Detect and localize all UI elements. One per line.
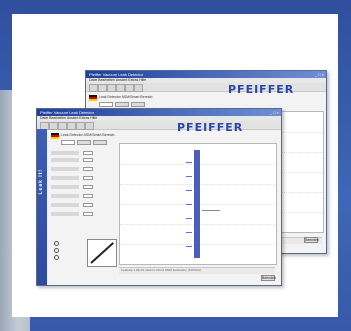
cursor-marker [202,210,220,211]
toolbar-help-icon[interactable] [134,84,143,92]
front-sidebar: Leak It! [37,129,47,285]
front-status-text: Leak Detector ASM/Smart Bereich: [61,133,116,137]
german-flag-icon[interactable] [89,95,97,101]
option-radio[interactable] [54,248,59,253]
tab-1[interactable] [99,102,113,107]
front-plot-area [119,143,277,265]
toolbar-print-icon[interactable] [116,84,125,92]
trend-preview [87,239,117,267]
option-radio[interactable] [54,241,59,246]
pfeiffer-logo: PFEIFFER [177,121,244,134]
settings-field[interactable] [51,212,97,217]
back-tabs [99,102,145,107]
settings-field[interactable] [51,176,97,181]
toolbar-chart-icon[interactable] [76,122,85,130]
tab-3[interactable] [93,140,107,145]
front-window: Pfeiffer Vacuum Leak Detector _ □ × Date… [36,108,282,286]
settings-field[interactable] [51,185,97,190]
toolbar-open-icon[interactable] [49,122,58,130]
toolbar-save-icon[interactable] [107,84,116,92]
tab-3[interactable] [131,102,145,107]
trend-line [90,242,114,264]
toolbar-print-icon[interactable] [67,122,76,130]
toolbar-help-icon[interactable] [85,122,94,130]
front-toolbar [37,121,281,130]
sidebar-label: Leak It! [38,169,44,195]
back-close-button[interactable]: Beenden [304,237,319,243]
window-controls-icon[interactable]: _ □ × [270,110,279,115]
toolbar-open-icon[interactable] [98,84,107,92]
front-titlebar: Pfeiffer Vacuum Leak Detector _ □ × [37,109,281,116]
back-window-title: Pfeiffer Vacuum Leak Detector [89,72,144,77]
option-radio[interactable] [54,255,59,260]
settings-field[interactable] [51,151,97,156]
settings-field[interactable] [51,194,97,199]
back-titlebar: Pfeiffer Vacuum Leak Detector _ □ × [86,71,326,78]
front-close-button[interactable]: Beenden [261,275,276,281]
german-flag-icon[interactable] [51,133,59,139]
front-tabs [61,140,107,145]
tab-2[interactable] [115,102,129,107]
tab-2[interactable] [77,140,91,145]
window-controls-icon[interactable]: _ □ × [315,72,324,77]
settings-field[interactable] [51,203,97,208]
toolbar-chart-icon[interactable] [125,84,134,92]
settings-field[interactable] [51,158,97,163]
settings-field[interactable] [51,167,97,172]
back-status-text: Leak Detector ASM/Smart Bereich: [99,95,154,99]
leak-signal-bar [194,150,200,258]
front-footer-text: Leakrate 1.0E-09 mbar l/s Druck MSM Eval… [121,268,202,272]
tab-1[interactable] [61,140,75,145]
pfeiffer-logo: PFEIFFER [228,83,295,96]
front-window-title: Pfeiffer Vacuum Leak Detector [40,110,95,115]
toolbar-new-icon[interactable] [89,84,98,92]
toolbar-save-icon[interactable] [58,122,67,130]
